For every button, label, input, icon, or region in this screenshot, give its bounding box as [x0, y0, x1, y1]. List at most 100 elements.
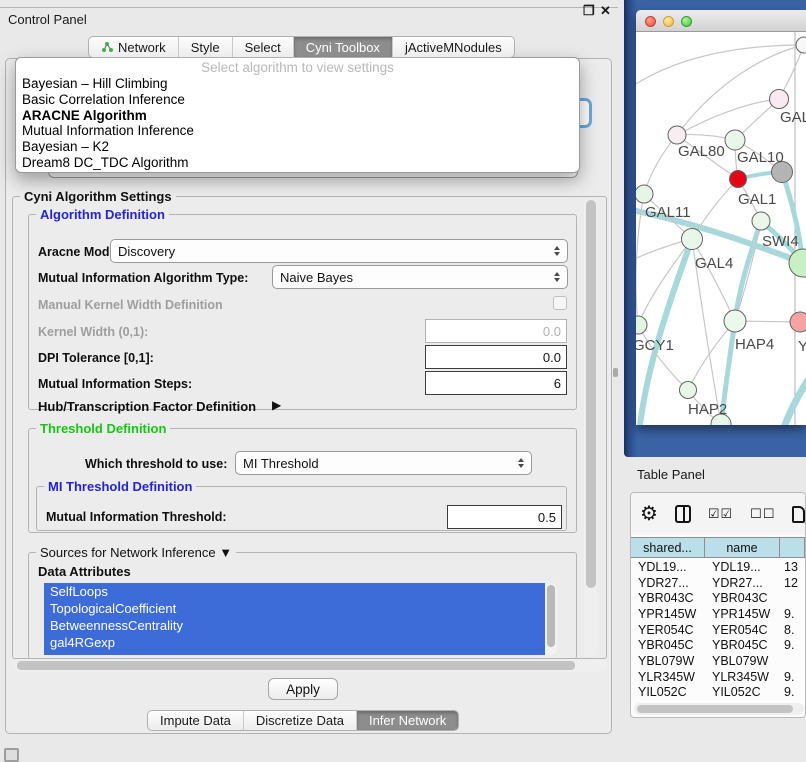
- hub-section-label[interactable]: Hub/Transcription Factor Definition: [38, 399, 256, 414]
- network-node-gal1[interactable]: [730, 171, 747, 188]
- dropdown-item[interactable]: Mutual Information Inference: [16, 123, 579, 139]
- network-node-hap4[interactable]: [724, 310, 746, 332]
- settings-vscrollbar-thumb[interactable]: [586, 200, 596, 588]
- table-row[interactable]: YIL052CYIL052C9.: [631, 685, 805, 701]
- attr-list-scrollbar-thumb[interactable]: [547, 585, 555, 647]
- collapse-down-arrow-icon[interactable]: ▼: [219, 545, 232, 560]
- tab-infer-network[interactable]: Infer Network: [357, 711, 458, 730]
- table-row[interactable]: YDR27...YDR27...12: [631, 575, 805, 591]
- tab-discretize-data[interactable]: Discretize Data: [244, 711, 357, 730]
- dropdown-item[interactable]: Bayesian – K2: [16, 139, 579, 155]
- table-cell: YBR045C: [705, 637, 780, 653]
- network-edge[interactable]: [636, 45, 804, 92]
- minimized-panel-icon[interactable]: [4, 748, 19, 762]
- network-node-gal11[interactable]: [636, 185, 653, 203]
- network-node[interactable]: [796, 37, 806, 53]
- close-traffic-light-icon[interactable]: [645, 16, 656, 27]
- table-cell: YIL052C: [705, 685, 780, 701]
- mit-input[interactable]: 0.5: [447, 505, 562, 529]
- table-hscrollbar-track[interactable]: [634, 703, 804, 715]
- table-row[interactable]: YBR043CYBR043C: [631, 590, 805, 606]
- network-node-gal80[interactable]: [668, 126, 686, 144]
- attribute-item-selected[interactable]: gal4RGexp: [44, 634, 545, 651]
- float-window-icon[interactable]: ❐: [583, 3, 595, 19]
- network-view-window[interactable]: GALGAL80GAL10GAL1GAL11SWI4GAL4GCY1HAP4YH…: [636, 10, 806, 425]
- network-node-hap2[interactable]: [680, 382, 697, 399]
- column-header-shared[interactable]: shared...: [631, 538, 705, 557]
- table-cell: 9.: [780, 669, 805, 685]
- control-panel-titlebar: Control Panel: [0, 8, 618, 32]
- aracne-mode-label: Aracne Mode:: [38, 245, 121, 259]
- table-row[interactable]: YBR045CYBR045C9.: [631, 637, 805, 653]
- select-all-checkboxes-icon[interactable]: ☑☑: [708, 506, 733, 522]
- dropdown-item[interactable]: Bayesian – Hill Climbing: [16, 76, 579, 92]
- network-window-titlebar[interactable]: [636, 10, 806, 32]
- table-row[interactable]: YER054CYER054C8.: [631, 622, 805, 638]
- sources-title[interactable]: Sources for Network Inference ▼: [36, 545, 236, 560]
- table-row[interactable]: YBL079WYBL079W: [631, 653, 805, 669]
- settings-hscrollbar-thumb[interactable]: [17, 661, 575, 670]
- gear-icon[interactable]: ⚙: [640, 504, 658, 524]
- dpi-tolerance-label: DPI Tolerance [0,1]:: [38, 351, 154, 365]
- dropdown-item[interactable]: Basic Correlation Inference: [16, 92, 579, 108]
- attr-list-scrollbar-track[interactable]: [545, 583, 557, 655]
- table-row[interactable]: YPR145WYPR145W9.: [631, 606, 805, 622]
- close-panel-icon[interactable]: ✕: [600, 3, 611, 19]
- attribute-item-selected[interactable]: BetweennessCentrality: [44, 617, 545, 634]
- network-node-y[interactable]: [790, 312, 806, 332]
- column-header-partial[interactable]: [780, 538, 805, 557]
- network-node-gal[interactable]: [770, 90, 789, 109]
- tab-style-label: Style: [191, 40, 220, 55]
- table-cell: YDR27...: [631, 575, 705, 591]
- expand-right-arrow-icon[interactable]: ▶: [272, 398, 281, 412]
- data-attributes-label: Data Attributes: [38, 564, 131, 579]
- table-header-row: shared... name: [631, 537, 805, 558]
- settings-vscrollbar-track[interactable]: [584, 198, 597, 657]
- network-node-swi4[interactable]: [752, 212, 770, 230]
- network-edge[interactable]: [677, 99, 779, 135]
- table-row[interactable]: YDL19...YDL19...13: [631, 559, 805, 575]
- network-canvas[interactable]: GALGAL80GAL10GAL1GAL11SWI4GAL4GCY1HAP4YH…: [636, 32, 806, 425]
- manual-kernel-checkbox[interactable]: [553, 296, 567, 310]
- mi-steps-input[interactable]: 6: [425, 371, 567, 395]
- table-cell: [780, 590, 805, 606]
- table-cell: 12: [780, 575, 805, 591]
- network-node-gal4[interactable]: [682, 229, 703, 250]
- split-columns-icon[interactable]: [675, 505, 691, 523]
- dropdown-item[interactable]: Dream8 DC_TDC Algorithm: [16, 155, 579, 171]
- apply-button[interactable]: Apply: [268, 678, 338, 700]
- data-attributes-list[interactable]: SelfLoopsTopologicalCoefficientBetweenne…: [44, 583, 545, 655]
- network-edge[interactable]: [644, 135, 677, 194]
- table-row[interactable]: YLR345WYLR345W9.: [631, 669, 805, 685]
- panel-title: Control Panel: [8, 12, 87, 27]
- tab-network[interactable]: Network: [89, 37, 179, 57]
- mi-threshold-title: MI Threshold Definition: [44, 479, 196, 494]
- tab-jactivemnodules[interactable]: jActiveMNodules: [393, 37, 514, 57]
- table-cell: 13: [780, 559, 805, 575]
- tab-style[interactable]: Style: [179, 37, 233, 57]
- tab-select[interactable]: Select: [233, 37, 294, 57]
- deselect-checkboxes-icon[interactable]: ☐☐: [750, 506, 775, 522]
- column-header-name[interactable]: name: [705, 538, 780, 557]
- page-icon[interactable]: [792, 506, 805, 523]
- panel-splitter-handle[interactable]: [613, 368, 618, 377]
- dropdown-item[interactable]: ARACNE Algorithm: [16, 108, 579, 124]
- table-hscrollbar-thumb[interactable]: [637, 705, 793, 713]
- tab-cyni-toolbox[interactable]: Cyni Toolbox: [294, 37, 393, 57]
- which-threshold-label: Which threshold to use:: [85, 457, 227, 471]
- dpi-tolerance-input[interactable]: 0.0: [425, 345, 567, 369]
- attribute-item-selected[interactable]: TopologicalCoefficient: [44, 600, 545, 617]
- which-threshold-combo[interactable]: MI Threshold: [235, 451, 532, 475]
- attribute-item-selected[interactable]: SelfLoops: [44, 583, 545, 600]
- network-node-gal10[interactable]: [725, 130, 745, 150]
- tab-impute-data[interactable]: Impute Data: [148, 711, 244, 730]
- node-label: GAL10: [737, 149, 784, 166]
- table-cell: YDL19...: [631, 559, 705, 575]
- settings-hscrollbar-track[interactable]: [14, 659, 607, 672]
- mi-type-combo[interactable]: Naive Bayes: [272, 265, 568, 289]
- zoom-traffic-light-icon[interactable]: [681, 16, 692, 27]
- network-node-gcy1[interactable]: [636, 316, 647, 334]
- tab-cyni-toolbox-label: Cyni Toolbox: [306, 40, 380, 55]
- aracne-mode-combo[interactable]: Discovery: [110, 239, 568, 263]
- minimize-traffic-light-icon[interactable]: [663, 16, 674, 27]
